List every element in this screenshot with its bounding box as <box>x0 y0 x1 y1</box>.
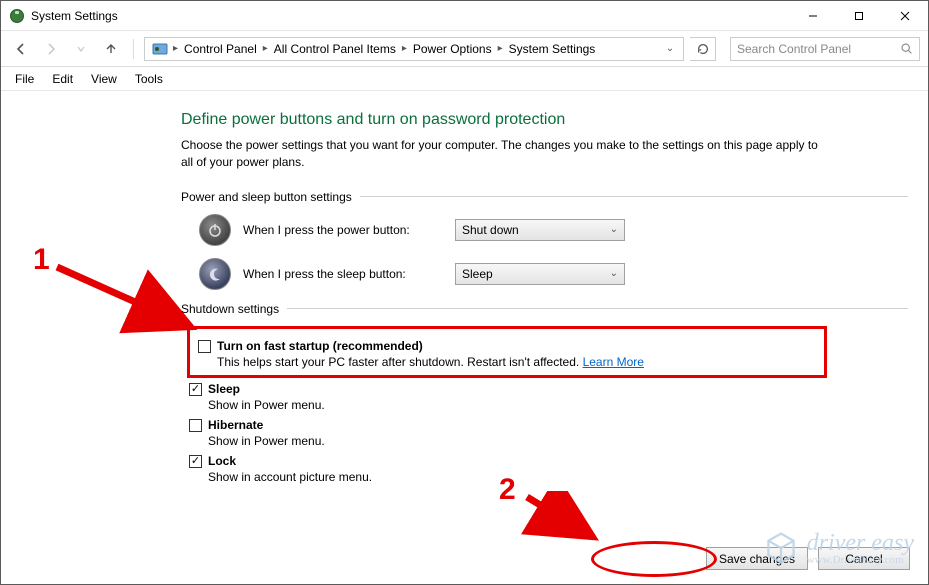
fast-startup-label: Turn on fast startup (recommended) <box>217 339 423 353</box>
search-placeholder: Search Control Panel <box>737 42 851 56</box>
up-button[interactable] <box>99 37 123 61</box>
sleep-button-value: Sleep <box>462 267 493 281</box>
close-button[interactable] <box>882 1 928 31</box>
sleep-desc: Show in Power menu. <box>208 398 908 412</box>
checkbox-lock[interactable] <box>189 455 202 468</box>
lock-desc: Show in account picture menu. <box>208 470 908 484</box>
sleep-button-dropdown[interactable]: Sleep ⌄ <box>455 263 625 285</box>
sleep-icon <box>199 258 231 290</box>
chevron-down-icon: ⌄ <box>610 268 618 279</box>
title-bar: System Settings <box>1 1 928 31</box>
content-pane: Define power buttons and turn on passwor… <box>1 93 928 584</box>
power-button-label: When I press the power button: <box>243 223 443 237</box>
checkbox-lock-row: Lock <box>189 454 908 468</box>
hibernate-desc: Show in Power menu. <box>208 434 908 448</box>
minimize-button[interactable] <box>790 1 836 31</box>
cancel-button[interactable]: Cancel <box>818 547 910 570</box>
save-changes-button[interactable]: Save changes <box>706 547 808 570</box>
power-button-row: When I press the power button: Shut down… <box>199 214 908 246</box>
window-title: System Settings <box>31 9 118 23</box>
nav-bar: ▸ Control Panel ▸ All Control Panel Item… <box>1 31 928 67</box>
learn-more-link[interactable]: Learn More <box>583 355 644 369</box>
menu-edit[interactable]: Edit <box>44 70 81 88</box>
power-icon <box>199 214 231 246</box>
search-icon <box>900 42 913 55</box>
refresh-button[interactable] <box>690 37 716 61</box>
chevron-right-icon: ▸ <box>400 43 409 54</box>
breadcrumb-item[interactable]: Control Panel <box>180 40 261 58</box>
checkbox-hibernate[interactable] <box>189 419 202 432</box>
control-panel-icon <box>151 40 169 58</box>
back-button[interactable] <box>9 37 33 61</box>
chevron-right-icon: ▸ <box>261 43 270 54</box>
breadcrumb-item[interactable]: All Control Panel Items <box>270 40 400 58</box>
menu-view[interactable]: View <box>83 70 125 88</box>
checkbox-fast-startup[interactable] <box>198 340 211 353</box>
checkbox-hibernate-row: Hibernate <box>189 418 908 432</box>
search-input[interactable]: Search Control Panel <box>730 37 920 61</box>
page-subtext: Choose the power settings that you want … <box>181 137 821 172</box>
checkbox-fast-startup-row: Turn on fast startup (recommended) <box>198 339 816 353</box>
checkbox-sleep-row: Sleep <box>189 382 908 396</box>
menu-file[interactable]: File <box>7 70 42 88</box>
sleep-label: Sleep <box>208 382 240 396</box>
chevron-down-icon: ⌄ <box>610 224 618 235</box>
chevron-right-icon: ▸ <box>171 43 180 54</box>
breadcrumb[interactable]: ▸ Control Panel ▸ All Control Panel Item… <box>144 37 684 61</box>
chevron-down-icon[interactable]: ⌄ <box>661 43 679 54</box>
app-icon <box>9 8 25 24</box>
sleep-button-label: When I press the sleep button: <box>243 267 443 281</box>
maximize-button[interactable] <box>836 1 882 31</box>
sleep-button-row: When I press the sleep button: Sleep ⌄ <box>199 258 908 290</box>
hibernate-label: Hibernate <box>208 418 263 432</box>
group-shutdown: Shutdown settings <box>181 302 908 316</box>
page-heading: Define power buttons and turn on passwor… <box>181 111 908 129</box>
power-button-value: Shut down <box>462 223 519 237</box>
lock-label: Lock <box>208 454 236 468</box>
checkbox-sleep[interactable] <box>189 383 202 396</box>
footer-buttons: Save changes Cancel <box>706 547 910 570</box>
forward-button[interactable] <box>39 37 63 61</box>
recent-dropdown-icon[interactable] <box>69 37 93 61</box>
annotation-highlight-box: Turn on fast startup (recommended) This … <box>187 326 827 378</box>
breadcrumb-item[interactable]: System Settings <box>505 40 600 58</box>
fast-startup-desc: This helps start your PC faster after sh… <box>217 355 583 369</box>
power-button-dropdown[interactable]: Shut down ⌄ <box>455 219 625 241</box>
chevron-right-icon: ▸ <box>496 43 505 54</box>
group-power-sleep: Power and sleep button settings <box>181 190 908 204</box>
menu-bar: File Edit View Tools <box>1 67 928 91</box>
menu-tools[interactable]: Tools <box>127 70 171 88</box>
breadcrumb-item[interactable]: Power Options <box>409 40 496 58</box>
